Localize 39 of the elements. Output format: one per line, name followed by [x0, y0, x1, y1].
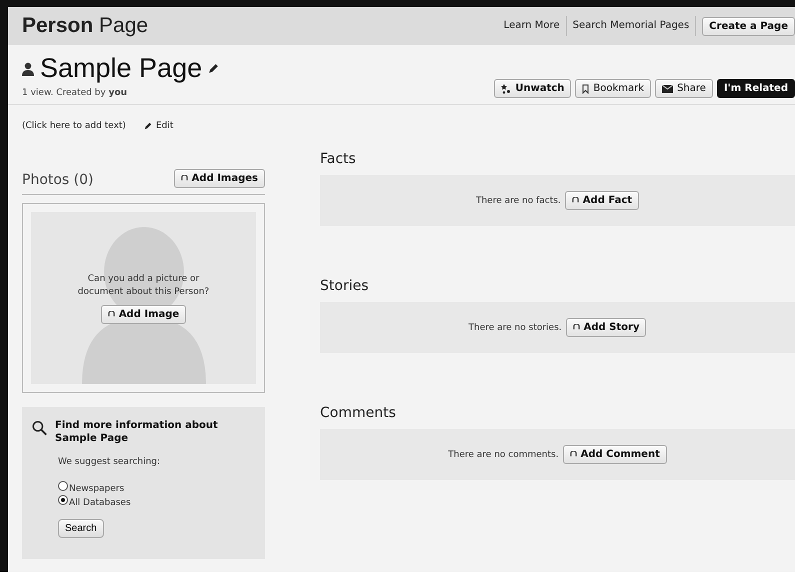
action-button[interactable]: Bookmark [575, 79, 652, 98]
site-title: Person Page [22, 14, 148, 38]
find-more-title: Find more information about Sample Page [55, 419, 219, 445]
empty-message: There are no comments. [448, 450, 559, 460]
description-placeholder[interactable]: (Click here to add text) [22, 121, 126, 131]
action-button[interactable]: Share [655, 79, 713, 98]
page-meta: 1 view. Created by you [22, 88, 128, 98]
add-image-button[interactable]: Add Image [100, 304, 186, 324]
empty-message: There are no facts. [476, 196, 561, 206]
person-icon [22, 62, 34, 76]
suggest-text: We suggest searching: [58, 457, 160, 467]
search-button[interactable]: Search [58, 519, 104, 538]
action-button[interactable]: I'm Related [716, 79, 795, 98]
pencil-icon [144, 122, 152, 130]
edit-icon [208, 63, 220, 74]
add-images-button[interactable]: Add Images [174, 169, 265, 188]
radio-button[interactable] [58, 481, 68, 491]
radio-label[interactable]: All Databases [69, 497, 131, 509]
radio-label[interactable]: Newspapers [69, 483, 124, 495]
section-heading: Facts [320, 151, 357, 167]
search-icon [32, 419, 48, 437]
edit-link[interactable]: Edit [144, 121, 174, 131]
add-button[interactable]: Add Story [566, 318, 646, 337]
bookmark-icon [582, 84, 590, 94]
page-title: Sample Page [40, 53, 202, 84]
header-link[interactable]: Search Memorial Pages [566, 16, 696, 36]
action-button[interactable]: Unwatch [494, 79, 572, 98]
photos-heading: Photos (0) [22, 172, 94, 188]
mail-icon [662, 84, 674, 92]
stars-icon [501, 84, 512, 94]
add-button[interactable]: Add Fact [564, 191, 640, 210]
section-heading: Stories [320, 278, 370, 294]
radio-button[interactable] [58, 495, 68, 505]
add-button[interactable]: Add Comment [562, 445, 667, 464]
section-heading: Comments [320, 405, 397, 421]
create-page-button[interactable]: Create a Page [702, 16, 795, 36]
header-link[interactable]: Learn More [498, 16, 567, 36]
photo-prompt: Can you add a picture or document about this Person? [76, 272, 210, 298]
empty-message: There are no stories. [468, 322, 562, 332]
